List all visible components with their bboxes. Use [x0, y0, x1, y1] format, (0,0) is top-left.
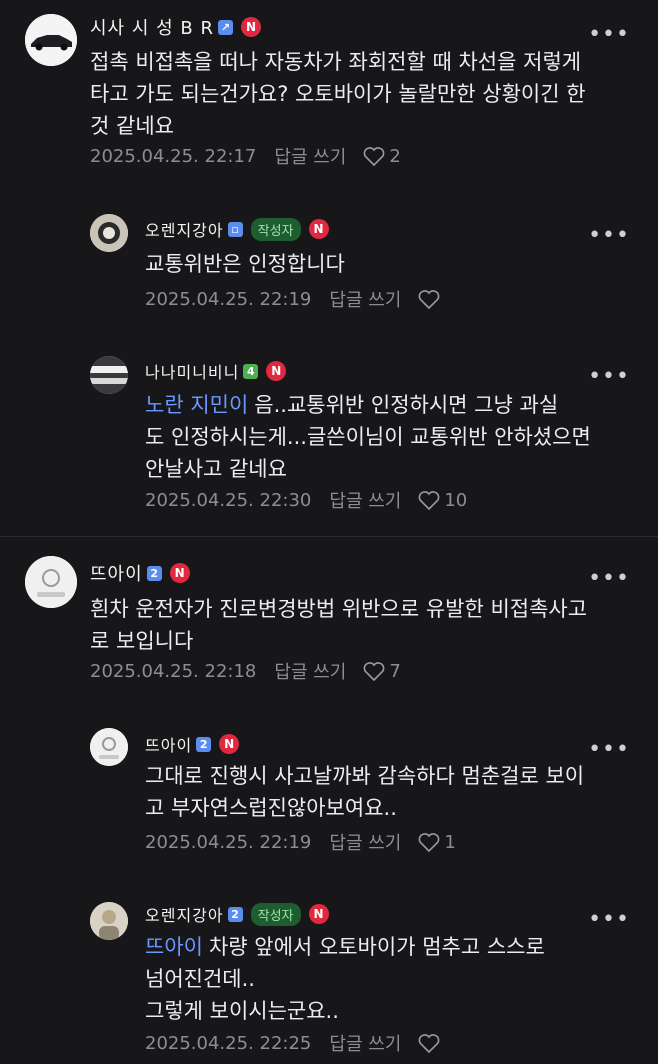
heart-icon	[363, 147, 385, 167]
comment-text: 차량 앞에서 오토바이가 멈추고 스스로 넘어진건데.. 그렇게 보이시는군요.…	[145, 935, 545, 1023]
like-count: 10	[444, 489, 468, 511]
avatar[interactable]	[90, 902, 128, 940]
like-button[interactable]	[417, 288, 444, 310]
more-icon[interactable]: •••	[588, 739, 630, 761]
like-button[interactable]: 7	[362, 660, 401, 682]
reply-button[interactable]: 답글 쓰기	[274, 143, 346, 169]
more-icon[interactable]: •••	[588, 225, 630, 247]
comment-meta: 2025.04.25. 22:17 답글 쓰기 2	[90, 143, 401, 169]
comment-header: 뜨아이 2 N	[90, 560, 190, 586]
comment-body: 흰차 운전자가 진로변경방법 위반으로 유발한 비접촉사고 로 보입니다	[90, 597, 588, 653]
level-badge: 4	[243, 363, 259, 379]
level-badge: 2	[146, 565, 162, 581]
author-tag: 작성자	[250, 902, 301, 926]
comment-meta: 2025.04.25. 22:30 답글 쓰기 10	[145, 487, 467, 513]
more-icon[interactable]: •••	[588, 366, 630, 388]
comment-1: 시사 시 성 B R ↗ N ••• 접촉 비접촉을 떠나 자동차가 좌회전할 …	[0, 0, 658, 190]
heart-icon	[418, 1034, 440, 1054]
avatar[interactable]	[90, 356, 128, 394]
author-tag: 작성자	[250, 217, 301, 241]
car-avatar-icon	[25, 14, 77, 66]
comment-5: 뜨아이 2 N ••• 그대로 진행시 사고날까봐 감속하다 멈춘걸로 보이 고…	[0, 700, 658, 870]
reply-button[interactable]: 답글 쓰기	[329, 286, 401, 312]
new-badge: N	[266, 361, 287, 381]
nickname[interactable]: 나나미니비니	[145, 359, 239, 383]
comment-6: 오렌지강아 2 작성자 N ••• 뜨아이 차량 앞에서 오토바이가 멈추고 스스…	[0, 870, 658, 1064]
avatar[interactable]	[90, 214, 128, 252]
like-count: 7	[389, 660, 401, 682]
timestamp: 2025.04.25. 22:19	[145, 288, 312, 310]
comment-header: 시사 시 성 B R ↗ N	[90, 14, 261, 40]
heart-icon	[418, 290, 440, 310]
reply-button[interactable]: 답글 쓰기	[329, 829, 401, 855]
like-button[interactable]: 10	[417, 489, 467, 511]
comment-body: 노란 지민이 음..교통위반 인정하시면 그냥 과실 도 인정하시는게...글쓴이…	[145, 389, 635, 485]
more-icon[interactable]: •••	[588, 568, 630, 590]
comment-header: 오렌지강아 2 작성자 N	[145, 901, 329, 927]
like-button[interactable]	[417, 1032, 444, 1054]
comment-body: 그대로 진행시 사고날까봐 감속하다 멈춘걸로 보이 고 부자연스럽진않아보여요…	[145, 764, 585, 820]
comment-body: 뜨아이 차량 앞에서 오토바이가 멈추고 스스로 넘어진건데.. 그렇게 보이시는…	[145, 931, 635, 1027]
comment-meta: 2025.04.25. 22:19 답글 쓰기 1	[145, 829, 456, 855]
new-badge: N	[219, 734, 240, 754]
comment-body: 접촉 비접촉을 떠나 자동차가 좌회전할 때 차선을 저렇게 타고 가도 되는건…	[90, 50, 586, 138]
comment-header: 뜨아이 2 N	[145, 731, 240, 757]
comment-4: 뜨아이 2 N ••• 흰차 운전자가 진로변경방법 위반으로 유발한 비접촉사…	[0, 537, 658, 700]
level-badge: 2	[196, 736, 212, 752]
user-avatar-icon	[90, 902, 128, 940]
comment-meta: 2025.04.25. 22:25 답글 쓰기	[145, 1030, 444, 1056]
level-badge: ▫	[227, 221, 243, 237]
new-badge: N	[308, 219, 329, 239]
more-icon[interactable]: •••	[588, 24, 630, 46]
like-count: 2	[389, 145, 401, 167]
new-badge: N	[169, 563, 190, 583]
mention[interactable]: 뜨아이	[145, 935, 203, 959]
user-avatar-icon	[90, 214, 128, 252]
new-badge: N	[240, 17, 261, 37]
user-avatar-icon	[25, 556, 77, 608]
timestamp: 2025.04.25. 22:30	[145, 489, 312, 511]
mention[interactable]: 노란 지민이	[145, 393, 248, 417]
comment-body: 교통위반은 인정합니다	[145, 252, 345, 276]
comment-meta: 2025.04.25. 22:18 답글 쓰기 7	[90, 658, 401, 684]
timestamp: 2025.04.25. 22:25	[145, 1032, 312, 1054]
comment-meta: 2025.04.25. 22:19 답글 쓰기	[145, 286, 444, 312]
nickname[interactable]: 시사 시 성 B R	[90, 14, 214, 40]
like-button[interactable]: 1	[417, 831, 456, 853]
nickname[interactable]: 뜨아이	[90, 560, 143, 586]
comment-header: 오렌지강아 ▫ 작성자 N	[145, 216, 329, 242]
reply-button[interactable]: 답글 쓰기	[329, 1030, 401, 1056]
nickname[interactable]: 오렌지강아	[145, 902, 224, 926]
new-badge: N	[308, 904, 329, 924]
user-avatar-icon	[90, 728, 128, 766]
comment-header: 나나미니비니 4 N	[145, 358, 287, 384]
like-count: 1	[444, 831, 456, 853]
reply-button[interactable]: 답글 쓰기	[329, 487, 401, 513]
heart-icon	[418, 833, 440, 853]
comment-3: 나나미니비니 4 N ••• 노란 지민이 음..교통위반 인정하시면 그냥 과실…	[0, 330, 658, 535]
avatar[interactable]	[25, 14, 77, 66]
level-badge: ↗	[217, 19, 233, 35]
heart-icon	[363, 662, 385, 682]
timestamp: 2025.04.25. 22:17	[90, 145, 257, 167]
avatar[interactable]	[90, 728, 128, 766]
more-icon[interactable]: •••	[588, 909, 630, 931]
nickname[interactable]: 뜨아이	[145, 732, 192, 756]
timestamp: 2025.04.25. 22:19	[145, 831, 312, 853]
comment-2: 오렌지강아 ▫ 작성자 N ••• 교통위반은 인정합니다 2025.04.25…	[0, 190, 658, 330]
avatar[interactable]	[25, 556, 77, 608]
like-button[interactable]: 2	[362, 145, 401, 167]
user-avatar-icon	[90, 356, 128, 394]
timestamp: 2025.04.25. 22:18	[90, 660, 257, 682]
reply-button[interactable]: 답글 쓰기	[274, 658, 346, 684]
heart-icon	[418, 491, 440, 511]
nickname[interactable]: 오렌지강아	[145, 217, 224, 241]
level-badge: 2	[227, 906, 243, 922]
